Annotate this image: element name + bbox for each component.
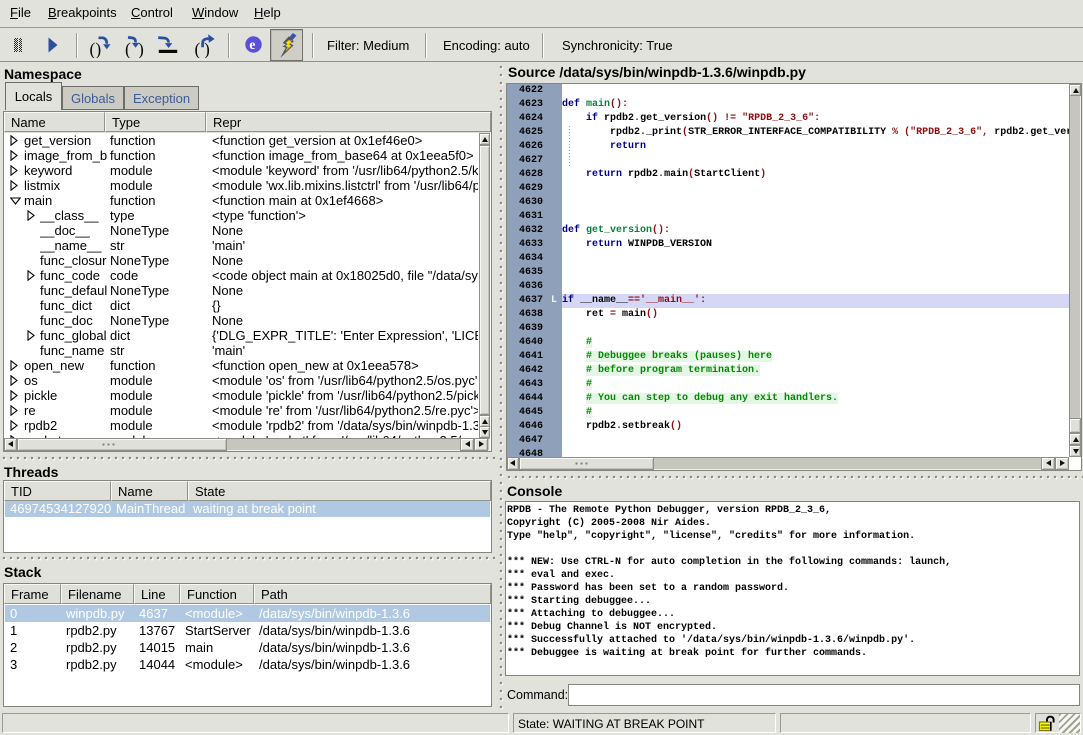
svg-text:e: e [249,37,255,52]
svg-text:(: ( [125,39,131,58]
svg-text:(): () [90,39,102,58]
svg-text:(: ( [195,39,201,58]
svg-text:): ) [138,39,144,58]
